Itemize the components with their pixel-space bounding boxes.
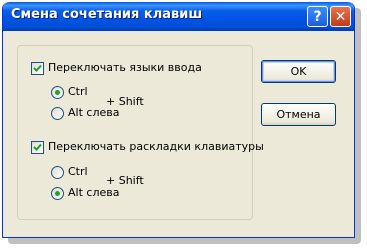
close-button[interactable]: ✕ [330,6,351,27]
group1-radio-ctrl[interactable] [51,86,64,99]
group2-radio-ctrl[interactable] [51,166,64,179]
group1-radio-alt-label[interactable]: Alt слева [68,106,119,119]
ok-button[interactable]: OK [261,60,336,83]
dialog-window: Смена сочетания клавиш ? ✕ Переключать я… [2,2,355,238]
check-icon [33,143,42,151]
switch-input-languages-checkbox[interactable] [31,62,44,75]
options-group: Переключать языки ввода Ctrl + Shift Alt… [17,45,264,220]
window-title: Смена сочетания клавиш [11,7,203,22]
radio-selected-dot [55,90,60,95]
group2-radio-alt[interactable] [51,187,64,200]
group1-radio-alt[interactable] [51,107,64,120]
cancel-button[interactable]: Отмена [261,103,336,126]
group2-radio-alt-label[interactable]: Alt слева [68,186,119,199]
switch-input-languages-label[interactable]: Переключать языки ввода [48,61,202,74]
switch-keyboard-layouts-checkbox[interactable] [31,141,44,154]
group2-radio-ctrl-label[interactable]: Ctrl [68,165,88,178]
radio-selected-dot [55,191,60,196]
title-bar[interactable]: Смена сочетания клавиш ? ✕ [3,2,354,31]
help-button[interactable]: ? [307,6,328,27]
switch-keyboard-layouts-label[interactable]: Переключать раскладки клавиатуры [48,140,264,153]
check-icon [33,64,42,72]
group1-radio-ctrl-label[interactable]: Ctrl [68,85,88,98]
